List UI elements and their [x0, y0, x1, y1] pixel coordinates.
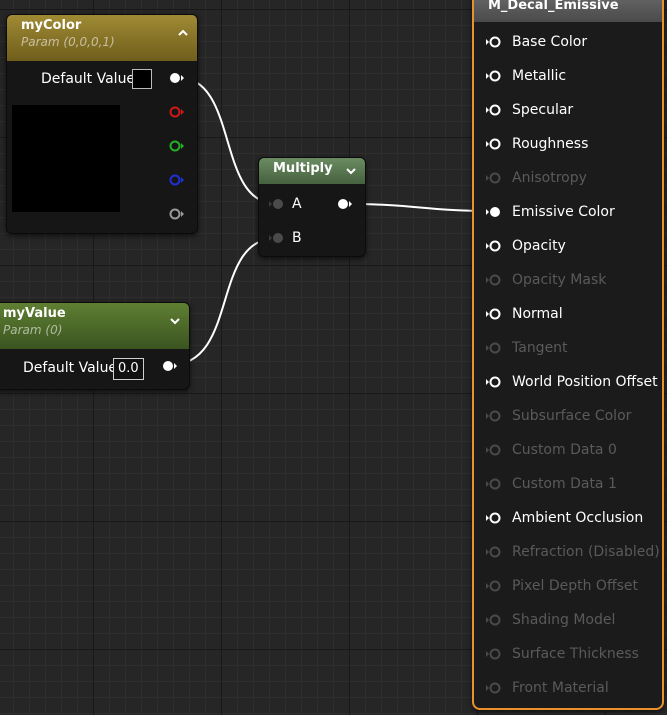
expand-chevron-icon[interactable]: [345, 165, 357, 177]
material-pin-row[interactable]: Emissive Color: [474, 196, 662, 230]
material-input-pin-icon[interactable]: [486, 579, 502, 593]
material-input-pin-icon[interactable]: [486, 545, 502, 559]
material-output-title: M_Decal_Emissive: [488, 0, 619, 13]
material-input-pin-icon[interactable]: [486, 171, 502, 185]
material-pin-row[interactable]: Shading Model: [474, 604, 662, 638]
myvalue-node-header[interactable]: myValue Param (0): [0, 303, 189, 349]
material-pin-label: Surface Thickness: [512, 646, 639, 662]
mycolor-preview: [12, 105, 120, 212]
mycolor-blue-output-pin[interactable]: [169, 173, 185, 187]
mycolor-default-value-label: Default Value: [41, 71, 136, 87]
material-pin-row[interactable]: Subsurface Color: [474, 400, 662, 434]
material-input-pin-icon[interactable]: [486, 273, 502, 287]
myvalue-default-value-field[interactable]: 0.0: [113, 358, 144, 380]
material-pin-label: Pixel Depth Offset: [512, 578, 638, 594]
myvalue-output-pin[interactable]: [162, 359, 178, 373]
myvalue-node-subtitle: Param (0): [3, 323, 63, 337]
material-input-pin-icon[interactable]: [486, 375, 502, 389]
material-pin-row[interactable]: Front Material: [474, 672, 662, 706]
material-input-pin-icon[interactable]: [486, 205, 502, 219]
material-pin-label: Roughness: [512, 136, 589, 152]
material-pin-row[interactable]: Custom Data 1: [474, 468, 662, 502]
multiply-node[interactable]: Multiply A B: [258, 157, 366, 257]
material-pin-label: Base Color: [512, 34, 588, 50]
material-pin-row[interactable]: Normal: [474, 298, 662, 332]
expand-chevron-icon[interactable]: [169, 315, 181, 327]
material-pin-row[interactable]: Specular: [474, 94, 662, 128]
material-pin-row[interactable]: Tangent: [474, 332, 662, 366]
material-input-pin-icon[interactable]: [486, 69, 502, 83]
material-pin-label: Normal: [512, 306, 563, 322]
material-input-pin-icon[interactable]: [486, 647, 502, 661]
material-pin-label: Anisotropy: [512, 170, 587, 186]
material-pin-row[interactable]: Ambient Occlusion: [474, 502, 662, 536]
material-input-pin-icon[interactable]: [486, 477, 502, 491]
multiply-input-b-label: B: [292, 230, 302, 246]
mycolor-green-output-pin[interactable]: [169, 139, 185, 153]
material-input-pin-icon[interactable]: [486, 409, 502, 423]
multiply-input-a-pin[interactable]: [269, 197, 285, 211]
material-pin-label: Refraction (Disabled): [512, 544, 660, 560]
material-input-pin-icon[interactable]: [486, 681, 502, 695]
material-pin-row[interactable]: World Position Offset: [474, 366, 662, 400]
multiply-input-b-pin[interactable]: [269, 231, 285, 245]
mycolor-node-title: myColor: [21, 18, 82, 33]
myvalue-node[interactable]: myValue Param (0) Default Value 0.0: [0, 302, 190, 390]
material-output-node[interactable]: M_Decal_Emissive Base Color Metallic Specu…: [472, 0, 664, 710]
material-pin-row[interactable]: Anisotropy: [474, 162, 662, 196]
material-pin-row[interactable]: Opacity: [474, 230, 662, 264]
material-pin-label: Specular: [512, 102, 574, 118]
material-pin-label: Ambient Occlusion: [512, 510, 644, 526]
multiply-node-header[interactable]: Multiply: [259, 158, 365, 184]
material-output-header[interactable]: M_Decal_Emissive: [474, 0, 662, 22]
material-input-pin-icon[interactable]: [486, 511, 502, 525]
material-input-pin-icon[interactable]: [486, 307, 502, 321]
material-pin-label: Metallic: [512, 68, 567, 84]
material-input-pin-icon[interactable]: [486, 103, 502, 117]
material-input-pin-icon[interactable]: [486, 613, 502, 627]
material-pin-label: Custom Data 1: [512, 476, 617, 492]
multiply-output-pin[interactable]: [337, 197, 353, 211]
material-pin-row[interactable]: Base Color: [474, 26, 662, 60]
multiply-node-title: Multiply: [273, 161, 333, 176]
collapse-chevron-icon[interactable]: [177, 27, 189, 39]
material-pin-row[interactable]: Surface Thickness: [474, 638, 662, 672]
material-pin-label: Tangent: [512, 340, 568, 356]
material-pin-label: Front Material: [512, 680, 609, 696]
material-pin-label: Opacity: [512, 238, 566, 254]
mycolor-alpha-output-pin[interactable]: [169, 207, 185, 221]
mycolor-red-output-pin[interactable]: [169, 105, 185, 119]
mycolor-node-subtitle: Param (0,0,0,1): [21, 35, 115, 49]
material-pin-label: World Position Offset: [512, 374, 658, 390]
material-pin-label: Subsurface Color: [512, 408, 632, 424]
material-input-pin-icon[interactable]: [486, 35, 502, 49]
mycolor-output-pin[interactable]: [169, 71, 185, 85]
material-input-pin-icon[interactable]: [486, 239, 502, 253]
material-pin-label: Emissive Color: [512, 204, 615, 220]
material-pin-label: Custom Data 0: [512, 442, 617, 458]
multiply-input-a-label: A: [292, 196, 302, 212]
material-input-pin-icon[interactable]: [486, 443, 502, 457]
material-pin-row[interactable]: Opacity Mask: [474, 264, 662, 298]
material-pin-label: Opacity Mask: [512, 272, 607, 288]
myvalue-default-value-label: Default Value: [23, 360, 118, 376]
mycolor-node-header[interactable]: myColor Param (0,0,0,1): [7, 15, 197, 61]
material-pin-row[interactable]: Pixel Depth Offset: [474, 570, 662, 604]
material-input-pin-icon[interactable]: [486, 341, 502, 355]
material-pin-row[interactable]: Metallic: [474, 60, 662, 94]
material-pin-row[interactable]: Custom Data 0: [474, 434, 662, 468]
myvalue-node-title: myValue: [3, 306, 66, 321]
material-pin-row[interactable]: Refraction (Disabled): [474, 536, 662, 570]
material-pin-row[interactable]: Roughness: [474, 128, 662, 162]
material-input-pin-icon[interactable]: [486, 137, 502, 151]
material-pin-label: Shading Model: [512, 612, 616, 628]
mycolor-default-value-swatch[interactable]: [132, 69, 152, 89]
mycolor-node[interactable]: myColor Param (0,0,0,1) Default Value: [6, 14, 198, 234]
